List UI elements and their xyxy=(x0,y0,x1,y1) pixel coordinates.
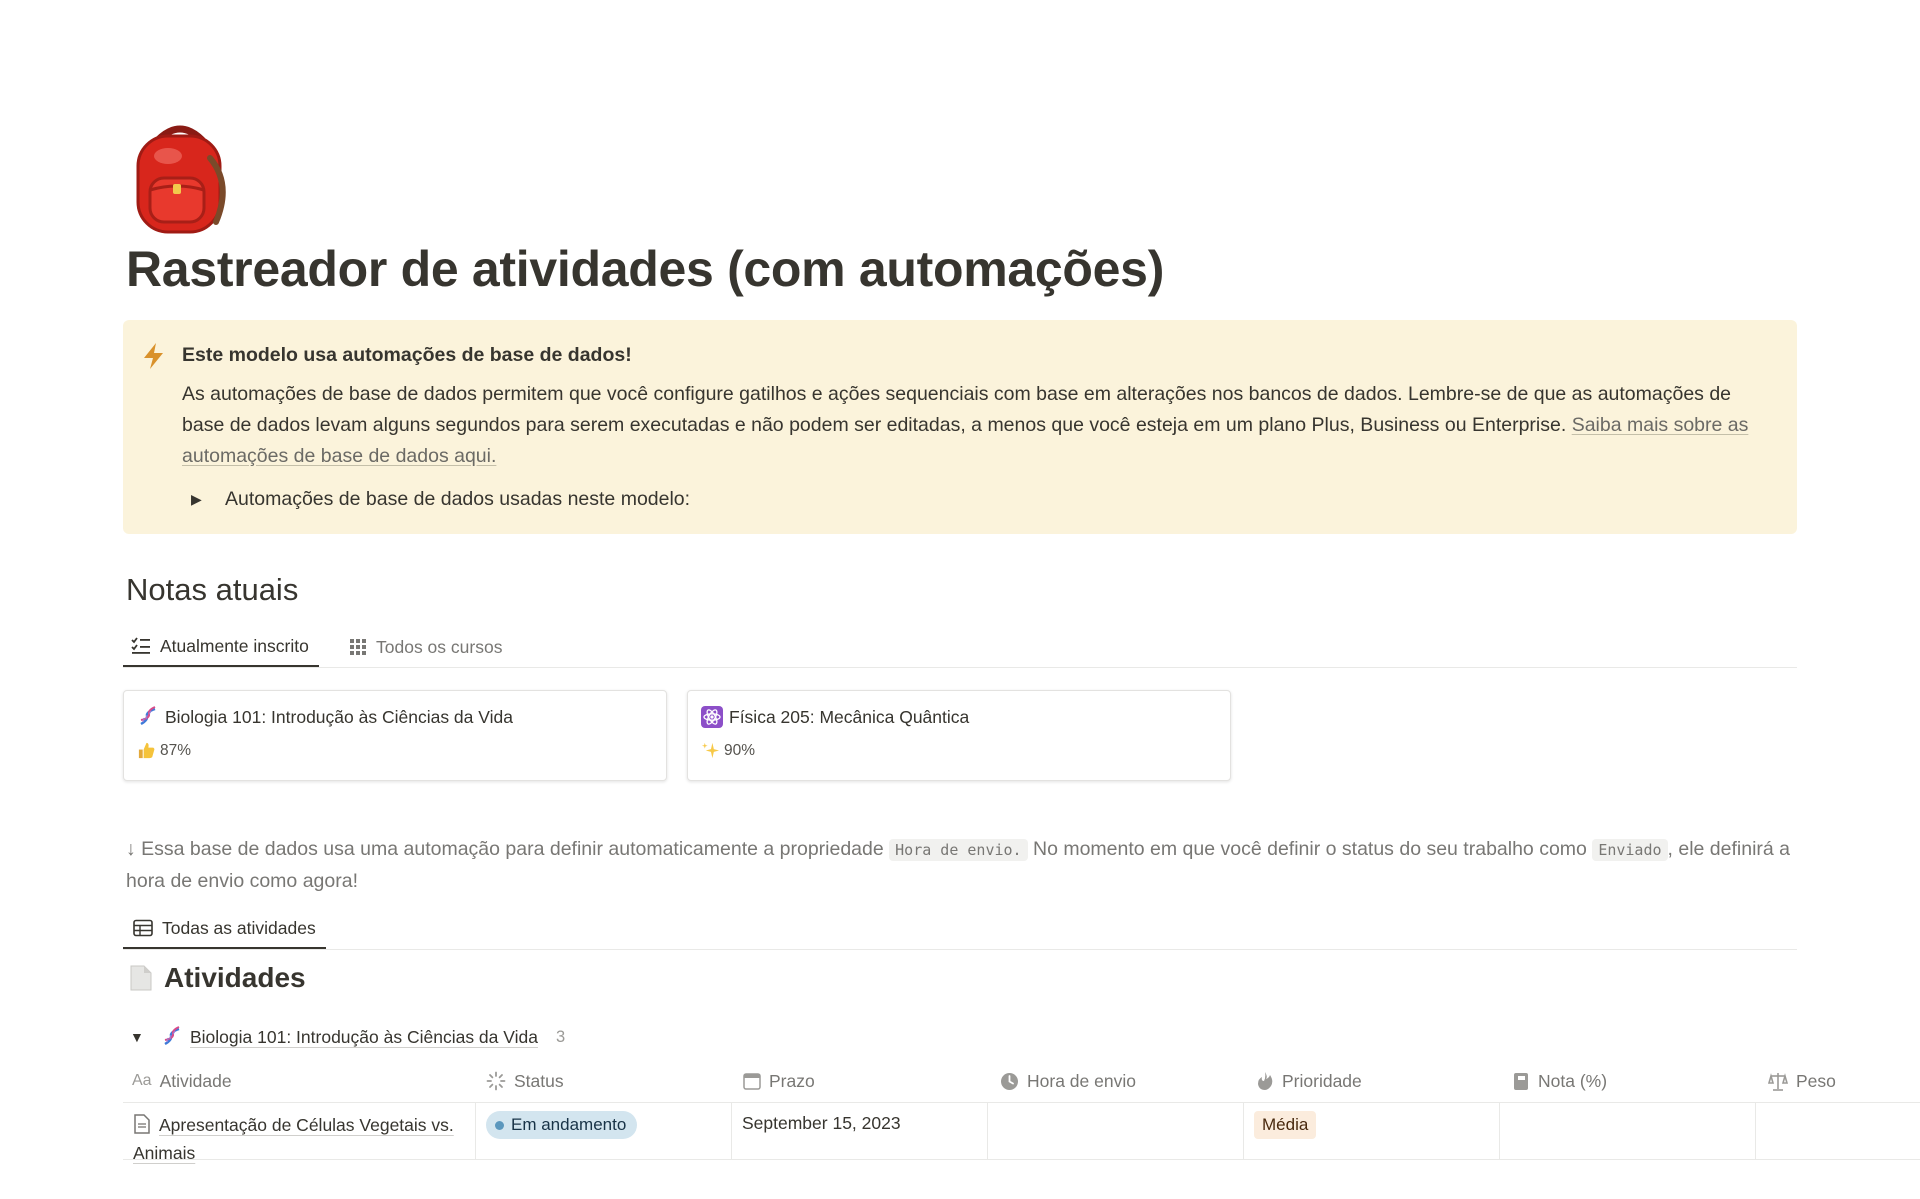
column-label: Status xyxy=(514,1070,564,1091)
group-name-link[interactable]: Biologia 101: Introdução às Ciências da … xyxy=(190,1027,538,1048)
tab-all-activities[interactable]: Todas as atividades xyxy=(123,909,326,949)
cell-activity[interactable]: Apresentação de Células Vegetais vs. Ani… xyxy=(123,1103,475,1163)
checklist-icon xyxy=(131,637,150,654)
automation-note: ↓ Essa base de dados usa uma automação p… xyxy=(126,834,1796,897)
column-label: Atividade xyxy=(159,1070,232,1091)
toggle-triangle-icon[interactable]: ▶ xyxy=(191,491,215,508)
cell-priority[interactable]: Média xyxy=(1243,1103,1499,1159)
text-aa-icon: Aa xyxy=(132,1072,152,1089)
course-card-title: Biologia 101: Introdução às Ciências da … xyxy=(165,706,513,727)
course-card-title: Física 205: Mecânica Quântica xyxy=(729,706,970,727)
column-label: Nota (%) xyxy=(1538,1070,1608,1091)
callout-title: Este modelo usa automações de base de da… xyxy=(182,344,632,366)
inline-code: Hora de envio. xyxy=(889,839,1028,861)
column-label: Prioridade xyxy=(1282,1070,1362,1091)
priority-label: Média xyxy=(1262,1115,1309,1134)
sparkles-icon xyxy=(701,742,720,759)
column-header-grade[interactable]: Nota (%) xyxy=(1512,1060,1607,1102)
scale-icon xyxy=(1768,1072,1788,1091)
grades-view-tabs: Atualmente inscrito Todos os cursos xyxy=(123,627,1797,668)
note-text: No momento em que você definir o status … xyxy=(1027,838,1593,860)
dna-icon xyxy=(140,706,156,726)
backpack-icon[interactable] xyxy=(128,118,232,238)
calendar-icon xyxy=(743,1073,761,1090)
status-label: Em andamento xyxy=(511,1115,627,1134)
tab-label: Atualmente inscrito xyxy=(160,635,309,656)
tab-label: Todos os cursos xyxy=(376,636,503,657)
group-header: ▼ Biologia 101: Introdução às Ciências d… xyxy=(130,1022,565,1052)
collapse-triangle-icon[interactable]: ▼ xyxy=(130,1029,160,1045)
automations-toggle[interactable]: ▶ Automações de base de dados usadas nes… xyxy=(191,484,690,514)
grid-icon xyxy=(350,639,366,655)
page-title[interactable]: Rastreador de atividades (com automações… xyxy=(126,240,1164,298)
priority-badge[interactable]: Média xyxy=(1254,1111,1317,1139)
column-header-weight[interactable]: Peso xyxy=(1768,1060,1836,1102)
column-label: Peso xyxy=(1796,1070,1836,1091)
atom-icon xyxy=(701,706,723,728)
lightning-icon xyxy=(141,342,167,370)
group-count: 3 xyxy=(555,1027,566,1046)
table-row[interactable]: Apresentação de Células Vegetais vs. Ani… xyxy=(123,1103,1920,1163)
fire-icon xyxy=(1258,1072,1273,1090)
tab-label: Todas as atividades xyxy=(162,917,316,938)
column-label: Prazo xyxy=(769,1070,815,1091)
thumbs-up-icon xyxy=(138,742,155,759)
column-header-status[interactable]: Status xyxy=(486,1060,564,1102)
tab-currently-enrolled[interactable]: Atualmente inscrito xyxy=(123,627,319,667)
inline-code: Enviado xyxy=(1592,839,1668,861)
course-grade: 87% xyxy=(160,741,192,759)
database-title-text: Atividades xyxy=(164,962,306,993)
table-icon xyxy=(133,919,153,937)
column-header-priority[interactable]: Prioridade xyxy=(1256,1060,1362,1102)
cell-grade[interactable] xyxy=(1499,1103,1755,1159)
cell-due-date[interactable]: September 15, 2023 xyxy=(731,1103,987,1159)
section-heading-grades: Notas atuais xyxy=(126,572,299,607)
column-header-due-date[interactable]: Prazo xyxy=(743,1060,815,1102)
page-document-icon xyxy=(130,965,152,991)
database-title[interactable]: Atividades xyxy=(130,962,306,994)
cell-submission-time[interactable] xyxy=(987,1103,1243,1159)
automation-callout: Este modelo usa automações de base de da… xyxy=(123,320,1797,534)
callout-body-text: As automações de base de dados permitem … xyxy=(182,383,1732,436)
activities-view-tabs: Todas as atividades xyxy=(123,909,1797,950)
course-card[interactable]: Física 205: Mecânica Quântica 90% xyxy=(687,690,1231,781)
clock-icon xyxy=(1001,1072,1018,1090)
notebook-icon xyxy=(1514,1072,1528,1090)
course-grade: 90% xyxy=(724,741,756,759)
due-date-value: September 15, 2023 xyxy=(742,1113,901,1133)
cell-weight[interactable] xyxy=(1755,1103,1920,1159)
document-icon xyxy=(134,1114,150,1134)
status-badge[interactable]: Em andamento xyxy=(486,1111,638,1139)
column-header-activity[interactable]: Aa Atividade xyxy=(132,1060,232,1102)
toggle-label[interactable]: Automações de base de dados usadas neste… xyxy=(215,488,690,511)
tab-all-courses[interactable]: Todos os cursos xyxy=(349,627,502,667)
dna-icon xyxy=(164,1026,180,1046)
column-header-submission-time[interactable]: Hora de envio xyxy=(1000,1060,1136,1102)
table-header: Aa Atividade Status Prazo Hora de envio … xyxy=(123,1060,1920,1103)
callout-body: As automações de base de dados permitem … xyxy=(182,379,1762,472)
note-text: ↓ Essa base de dados usa uma automação p… xyxy=(126,838,890,860)
status-dot-icon xyxy=(495,1120,504,1130)
activity-title[interactable]: Apresentação de Células Vegetais vs. Ani… xyxy=(133,1115,454,1163)
column-label: Hora de envio xyxy=(1027,1070,1136,1091)
cell-status[interactable]: Em andamento xyxy=(475,1103,731,1159)
course-card[interactable]: Biologia 101: Introdução às Ciências da … xyxy=(123,690,667,781)
status-icon xyxy=(486,1071,506,1091)
